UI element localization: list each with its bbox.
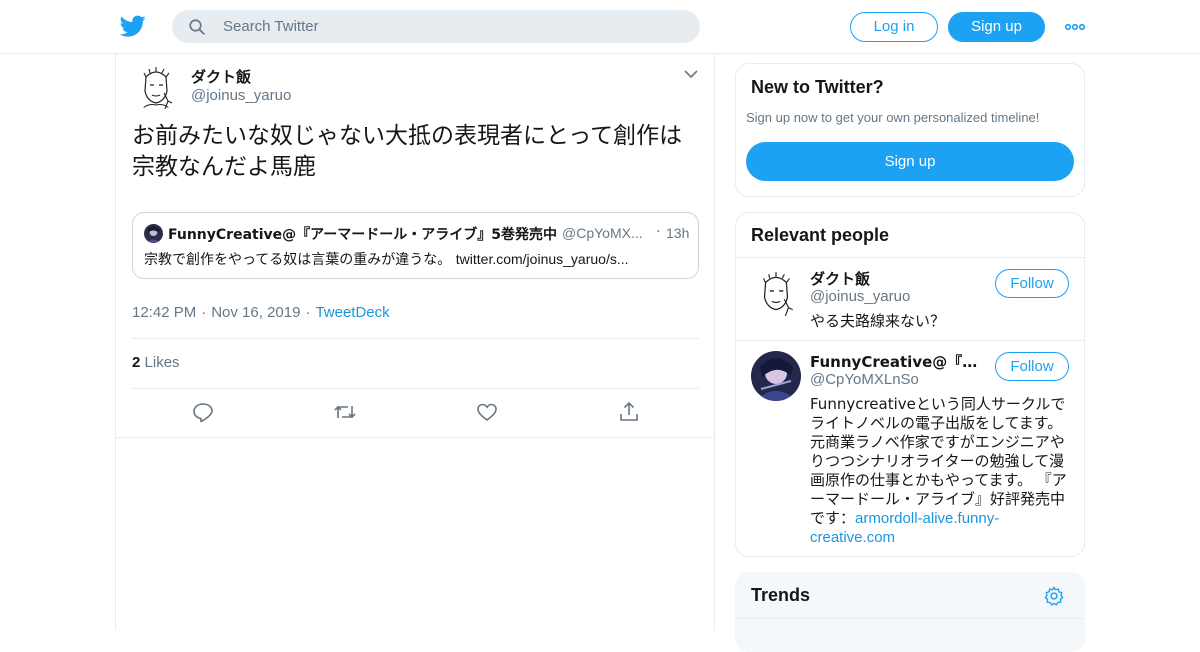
- quoted-author-handle: @CpYoMX...: [562, 225, 643, 241]
- divider: [132, 338, 699, 339]
- signup-card-subtitle: Sign up now to get your own personalized…: [746, 110, 1040, 125]
- signup-card-button[interactable]: Sign up: [746, 142, 1074, 181]
- quoted-author-name: FunnyCreative@『アーマードール・アライブ』5巻発売中: [168, 227, 558, 243]
- quoted-text: 宗教で創作をやってる奴は言葉の重みが違うな。 twitter.com/joinu…: [144, 249, 629, 269]
- quoted-body: 宗教で創作をやってる奴は言葉の重みが違うな。: [144, 252, 452, 268]
- login-button[interactable]: Log in: [850, 12, 938, 42]
- top-bar: Search Twitter Log in Sign up: [0, 0, 1200, 54]
- person-bio: やる夫路線来ない？: [810, 312, 946, 330]
- person-name[interactable]: FunnyCreative@『アーマードール・アライブ』5巻発売中: [810, 351, 982, 372]
- relevant-people-card: Relevant people ダクト飯 @joinus_yaruo やる夫路線…: [735, 212, 1085, 557]
- person-bio: Funnycreativeという同人サークルでライトノベルの電子出版をしてます。…: [810, 395, 1070, 547]
- tweet-source-link[interactable]: TweetDeck: [315, 304, 389, 321]
- relevant-people-title: Relevant people: [751, 225, 890, 245]
- author-avatar[interactable]: [132, 63, 180, 111]
- signup-card: New to Twitter? Sign up now to get your …: [735, 63, 1085, 197]
- person-bio-text: Funnycreativeという同人サークルでライトノベルの電子出版をしてます。…: [810, 395, 1067, 527]
- person-handle[interactable]: @CpYoMXLnSo: [810, 371, 919, 388]
- signup-button[interactable]: Sign up: [948, 12, 1045, 42]
- retweet-icon[interactable]: [333, 400, 357, 424]
- likes-count: 2: [132, 354, 141, 371]
- person-avatar[interactable]: [751, 351, 801, 401]
- person-avatar[interactable]: [751, 268, 801, 318]
- chevron-down-icon[interactable]: [684, 69, 698, 79]
- character-avatar-icon: [751, 351, 801, 401]
- signup-card-title: New to Twitter?: [751, 77, 884, 97]
- reply-icon[interactable]: [191, 400, 215, 424]
- twitter-bird-icon[interactable]: [120, 13, 146, 39]
- share-icon[interactable]: [617, 400, 641, 424]
- gear-icon[interactable]: [1043, 585, 1065, 607]
- sketch-face-icon: [132, 63, 180, 111]
- likes-stat[interactable]: 2 Likes: [132, 354, 180, 371]
- more-dots-icon[interactable]: [1064, 18, 1086, 36]
- tweet-meta: 12:42 PM · Nov 16, 2019 · TweetDeck: [132, 304, 390, 321]
- likes-label: Likes: [144, 354, 180, 371]
- divider: [736, 257, 1084, 258]
- sketch-face-icon: [751, 268, 801, 318]
- person-handle[interactable]: @joinus_yaruo: [810, 288, 910, 305]
- quoted-separator: ·: [656, 224, 661, 240]
- divider: [736, 340, 1084, 341]
- search-box[interactable]: Search Twitter: [172, 10, 700, 43]
- divider: [132, 388, 699, 389]
- divider: [116, 437, 714, 438]
- tweet-text: お前みたいな奴じゃない大抵の表現者にとって創作は宗教なんだよ馬鹿: [132, 123, 683, 180]
- quoted-tweet[interactable]: FunnyCreative@『アーマードール・アライブ』5巻発売中 @CpYoM…: [132, 212, 699, 279]
- character-avatar-icon: [144, 224, 163, 243]
- search-input[interactable]: Search Twitter: [223, 18, 319, 35]
- tweet-column: ダクト飯 @joinus_yaruo お前みたいな奴じゃない大抵の表現者にとって…: [115, 54, 715, 630]
- trends-card: Trends: [735, 572, 1085, 652]
- meta-separator: ·: [305, 304, 311, 321]
- follow-button[interactable]: Follow: [995, 269, 1069, 298]
- person-name[interactable]: ダクト飯: [810, 268, 982, 289]
- tweet-time[interactable]: 12:42 PM: [132, 304, 196, 321]
- tweet-date[interactable]: Nov 16, 2019: [211, 304, 300, 321]
- follow-button[interactable]: Follow: [995, 352, 1069, 381]
- author-handle[interactable]: @joinus_yaruo: [191, 87, 291, 104]
- quoted-time: 13h: [666, 225, 690, 241]
- divider: [736, 618, 1084, 619]
- quoted-avatar: [144, 224, 163, 243]
- meta-separator: ·: [201, 304, 207, 321]
- author-name[interactable]: ダクト飯: [191, 66, 251, 87]
- quoted-link[interactable]: twitter.com/joinus_yaruo/s...: [456, 251, 629, 267]
- tweet-actions: [116, 400, 714, 426]
- like-icon[interactable]: [475, 400, 499, 424]
- trends-title: Trends: [751, 585, 811, 605]
- search-icon: [189, 19, 205, 35]
